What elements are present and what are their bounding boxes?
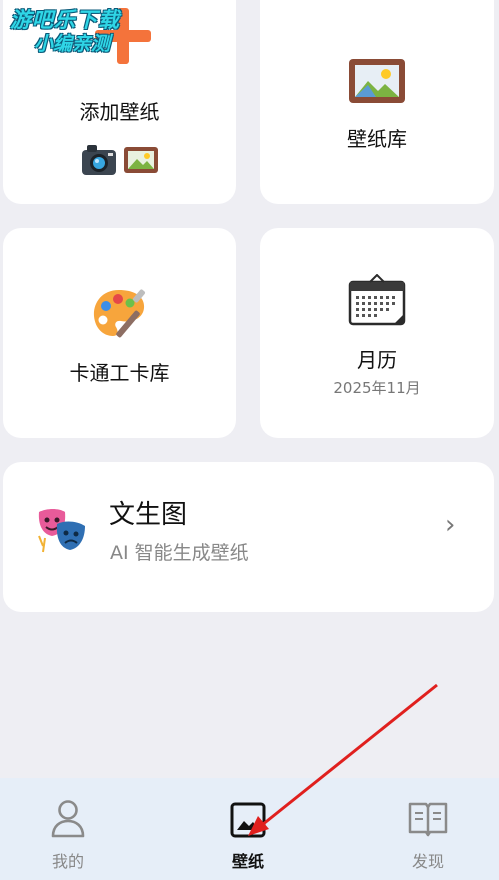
artist-palette-icon [93,289,145,338]
text-to-image-subtitle: AI 智能生成壁纸 [110,542,249,564]
calendar-label: 月历 [357,348,397,372]
person-icon [51,800,85,838]
nav-item-wallpaper[interactable]: 壁纸 [188,778,308,880]
nav-label-wallpaper: 壁纸 [231,852,264,871]
nav-label-mine: 我的 [51,852,84,871]
nav-label-discover: 发现 [411,852,444,871]
watermark-line2: 小编亲测 [34,33,111,55]
performing-arts-icon [38,509,85,553]
watermark-line1: 游吧乐下载 [10,8,120,32]
camera-icon [82,145,116,175]
nav-item-mine[interactable]: 我的 [8,778,128,880]
framed-picture-small-icon [124,147,158,173]
calendar-icon [348,274,406,326]
chevron-right-icon: › [445,510,456,540]
book-icon [408,802,448,837]
cartoon-library-card[interactable]: 卡通工卡库 [3,228,236,438]
framed-picture-icon [349,59,405,103]
calendar-month: 2025年11月 [333,379,421,397]
wallpaper-library-label: 壁纸库 [347,127,407,151]
cartoon-library-label: 卡通工卡库 [69,361,170,385]
calendar-card[interactable]: 月历 2025年11月 [260,228,494,438]
watermark: 游吧乐下载 小编亲测 [10,8,160,56]
add-wallpaper-label: 添加壁纸 [79,100,160,124]
text-to-image-card[interactable]: 文生图 AI 智能生成壁纸 › [3,462,494,612]
nav-item-discover[interactable]: 发现 [368,778,488,880]
bottom-nav: 我的 壁纸 发现 [0,778,499,880]
wallpaper-icon [230,802,266,838]
text-to-image-title: 文生图 [109,500,188,530]
wallpaper-library-card[interactable]: 壁纸库 [260,0,494,204]
